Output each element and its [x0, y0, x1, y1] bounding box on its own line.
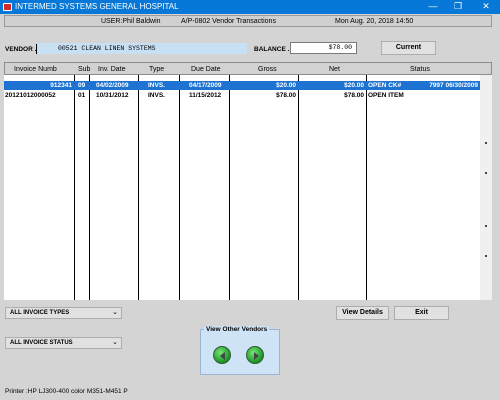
cell-sub: 09: [78, 82, 86, 89]
cell-net: $78.00: [344, 92, 364, 99]
invoice-status-dropdown[interactable]: ALL INVOICE STATUS ⌄: [5, 337, 122, 349]
column-divider: [138, 75, 139, 300]
module-label: A/P-0802 Vendor Transactions: [181, 18, 276, 25]
col-header-gross[interactable]: Gross: [258, 66, 277, 73]
cell-type: INVS.: [148, 92, 165, 99]
chevron-down-icon: ⌄: [112, 339, 118, 346]
arrow-right-icon: [254, 352, 259, 360]
exit-button[interactable]: Exit: [394, 306, 449, 320]
cell-check: 7997 06/30/2009: [429, 82, 478, 89]
col-header-inv-date[interactable]: Inv. Date: [98, 66, 126, 73]
column-divider: [74, 75, 75, 300]
datetime-label: Mon Aug. 20, 2018 14:50: [335, 18, 414, 25]
vertical-scrollbar[interactable]: [480, 75, 492, 300]
cell-due-date: 04/17/2009: [189, 82, 222, 89]
cell-gross: $20.00: [276, 82, 296, 89]
cell-invoice: 912341: [50, 82, 72, 89]
col-header-due-date[interactable]: Due Date: [191, 66, 221, 73]
current-button[interactable]: Current: [381, 41, 436, 55]
cell-invoice: 20121012000052: [5, 92, 56, 99]
col-header-type[interactable]: Type: [149, 66, 164, 73]
user-label: USER:Phil Baldwin: [101, 18, 161, 25]
table-row[interactable]: 20121012000052 01 10/31/2012 INVS. 11/15…: [4, 91, 480, 100]
info-bar: USER:Phil Baldwin A/P-0802 Vendor Transa…: [4, 15, 492, 27]
column-divider: [179, 75, 180, 300]
window-title: INTERMED SYSTEMS GENERAL HOSPITAL: [15, 2, 179, 11]
invoice-status-value: ALL INVOICE STATUS: [10, 340, 73, 346]
cell-inv-date: 04/02/2009: [96, 82, 129, 89]
scroll-marker: [485, 172, 487, 174]
cell-inv-date: 10/31/2012: [96, 92, 129, 99]
printer-status: Printer :HP LJ300-400 color M351-M451 P: [5, 388, 128, 395]
balance-field[interactable]: $78.00: [290, 42, 357, 54]
cell-type: INVS.: [148, 82, 165, 89]
cell-gross: $78.00: [276, 92, 296, 99]
previous-vendor-button[interactable]: [213, 346, 231, 364]
column-divider: [89, 75, 90, 300]
grid-header: Invoice Numb Sub Inv. Date Type Due Date…: [4, 62, 492, 75]
app-icon: [3, 3, 12, 11]
col-header-sub[interactable]: Sub: [78, 66, 90, 73]
vendor-text-cursor: [36, 44, 37, 54]
invoice-types-dropdown[interactable]: ALL INVOICE TYPES ⌄: [5, 307, 122, 319]
col-header-status[interactable]: Status: [410, 66, 430, 73]
column-divider: [229, 75, 230, 300]
vendor-field[interactable]: 00521 CLEAN LINEN SYSTEMS: [38, 43, 247, 54]
close-icon[interactable]: ✕: [472, 0, 500, 14]
minimize-icon[interactable]: —: [421, 0, 445, 14]
col-header-net[interactable]: Net: [329, 66, 340, 73]
invoice-grid: Invoice Numb Sub Inv. Date Type Due Date…: [4, 62, 492, 300]
scroll-marker: [485, 255, 487, 257]
scroll-marker: [485, 142, 487, 144]
view-details-button[interactable]: View Details: [336, 306, 389, 320]
view-other-vendors-panel: [200, 329, 280, 375]
balance-label: BALANCE .: [254, 46, 290, 53]
column-divider: [366, 75, 367, 300]
cell-net: $20.00: [344, 82, 364, 89]
title-bar: INTERMED SYSTEMS GENERAL HOSPITAL — ❐ ✕: [0, 0, 500, 14]
cell-due-date: 11/15/2012: [189, 92, 222, 99]
view-other-vendors-title: View Other Vendors: [204, 326, 270, 333]
col-header-invoice-numb[interactable]: Invoice Numb: [14, 66, 57, 73]
cell-status: OPEN ITEM: [368, 92, 404, 99]
invoice-types-value: ALL INVOICE TYPES: [10, 310, 70, 316]
scroll-marker: [485, 225, 487, 227]
column-divider: [298, 75, 299, 300]
arrow-left-icon: [220, 352, 225, 360]
cell-sub: 01: [78, 92, 86, 99]
maximize-icon[interactable]: ❐: [446, 0, 470, 14]
chevron-down-icon: ⌄: [112, 309, 118, 316]
cell-status: OPEN CK#: [368, 82, 402, 89]
vendor-label: VENDOR .: [5, 46, 37, 53]
next-vendor-button[interactable]: [246, 346, 264, 364]
table-row-selected[interactable]: 912341 09 04/02/2009 INVS. 04/17/2009 $2…: [4, 81, 480, 90]
